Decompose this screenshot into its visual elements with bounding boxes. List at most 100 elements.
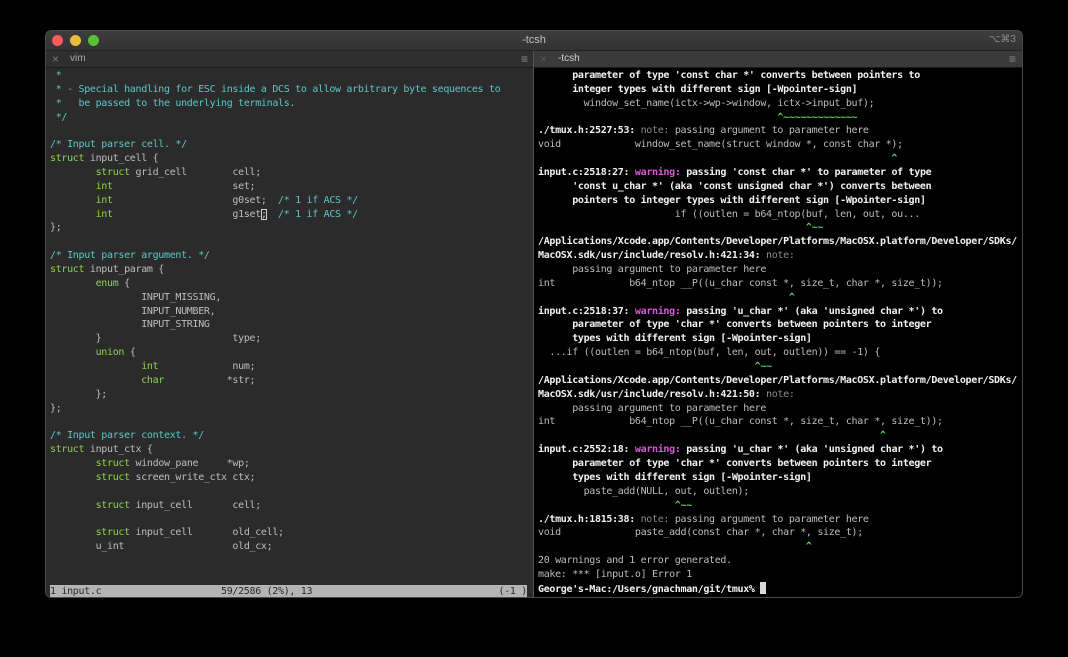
code-line: ./tmux.h:2527:53: note: passing argument…	[538, 124, 1022, 138]
text-segment: * - Special handling for ESC inside a DC…	[50, 83, 501, 95]
prompt-cursor	[760, 581, 767, 594]
text-segment: *	[50, 70, 62, 81]
hamburger-icon[interactable]: ≡	[1009, 52, 1016, 66]
code-line: int set;	[50, 180, 533, 194]
text-segment: INPUT_MISSING,	[50, 291, 222, 303]
text-segment: struct	[95, 471, 131, 483]
code-line: paste_add(NULL, out, outlen);	[538, 485, 1022, 499]
code-line: ...if ((outlen = b64_ntop(buf, len, out,…	[538, 346, 1022, 360]
text-segment: passing argument to parameter here	[674, 125, 869, 137]
text-segment: /Applications/Xcode.app/Contents/Develop…	[538, 236, 1017, 248]
text-segment: passing argument to parameter here	[538, 402, 767, 414]
text-segment: ^~~	[538, 361, 772, 373]
code-line: struct input_ctx {	[50, 443, 533, 457]
code-line: union {	[50, 346, 533, 360]
text-segment	[50, 195, 96, 206]
vim-status-line: 1 input.c 59/2586 (2%), 13 (-1 )	[50, 585, 527, 597]
tab-vim[interactable]: × vim ≡	[46, 51, 534, 68]
code-line: int g1set; /* 1 if ACS */	[50, 208, 533, 222]
text-segment: struct	[95, 458, 131, 470]
text-segment	[50, 181, 96, 192]
code-line: /* Input parser argument. */	[50, 249, 533, 263]
close-icon[interactable]: ×	[540, 52, 547, 66]
text-segment: paste_add(NULL, out, outlen);	[538, 485, 750, 497]
text-segment: char	[141, 374, 165, 386]
text-segment: types with different sign [-Wpointer-sig…	[538, 333, 812, 345]
code-line: int g0set; /* 1 if ACS */	[50, 194, 533, 208]
code-line: struct grid_cell cell;	[50, 166, 533, 180]
code-line: input.c:2552:18: warning: passing 'u_cha…	[538, 443, 1022, 457]
status-file: 1 input.c	[50, 586, 102, 597]
hamburger-icon[interactable]: ≡	[521, 52, 528, 66]
text-segment: {	[124, 347, 136, 359]
text-segment: parameter of type 'const char *' convert…	[538, 70, 920, 81]
code-line: void paste_add(const char *, char *, siz…	[538, 526, 1022, 540]
code-line: ^	[538, 152, 1022, 166]
text-segment: int b64_ntop __P((u_char const *, size_t…	[538, 416, 943, 428]
text-segment: set;	[112, 180, 256, 192]
code-line: char *str;	[50, 374, 533, 388]
text-segment: 'const u_char *' (aka 'const unsigned ch…	[538, 180, 932, 192]
code-line: /* Input parser context. */	[50, 429, 533, 443]
text-segment: pointers to integer types with different…	[538, 194, 926, 206]
code-line: struct window_pane *wp;	[50, 457, 533, 471]
text-segment: int	[95, 194, 113, 206]
text-segment: warning:	[634, 444, 687, 456]
code-line: ^~~	[538, 221, 1022, 235]
text-segment: /* Input parser context. */	[50, 430, 204, 442]
shell-pane[interactable]: parameter of type 'const char *' convert…	[534, 68, 1022, 597]
text-segment: note:	[640, 125, 675, 137]
code-line: passing argument to parameter here	[538, 263, 1022, 277]
code-line: MacOSX.sdk/usr/include/resolv.h:421:34: …	[538, 249, 1022, 263]
text-segment: *str;	[164, 374, 256, 386]
tab-tcsh[interactable]: × -tcsh ≡	[534, 51, 1022, 68]
text-segment: screen_write_ctx ctx;	[129, 471, 256, 483]
status-extra: (-1 )	[498, 586, 527, 597]
code-line: */	[50, 111, 533, 125]
close-icon[interactable]: ×	[52, 52, 59, 66]
text-segment: enum	[95, 277, 119, 289]
text-segment	[50, 500, 96, 511]
code-line: input.c:2518:37: warning: passing 'u_cha…	[538, 305, 1022, 319]
tab-label: -tcsh	[558, 53, 580, 64]
text-segment: void window_set_name(struct window *, co…	[538, 139, 903, 151]
text-segment: note:	[766, 388, 795, 400]
code-line: struct input_param {	[50, 263, 533, 277]
code-line: if ((outlen = b64_ntop(buf, len, out, ou…	[538, 208, 1022, 222]
code-line: parameter of type 'const char *' convert…	[538, 69, 1022, 83]
code-line: struct input_cell cell;	[50, 499, 533, 513]
text-segment: /* Input parser cell. */	[50, 139, 187, 151]
code-line: make: *** [input.o] Error 1	[538, 568, 1022, 582]
text-segment: ^~~	[538, 499, 692, 511]
code-line: /Applications/Xcode.app/Contents/Develop…	[538, 235, 1022, 249]
text-segment: input_cell {	[84, 153, 159, 165]
text-segment: passing 'u_char *' (aka 'unsigned char *…	[686, 305, 943, 317]
code-line: /Applications/Xcode.app/Contents/Develop…	[538, 374, 1022, 388]
code-line: window_set_name(ictx->wp->window, ictx->…	[538, 97, 1022, 111]
code-line: ^	[538, 291, 1022, 305]
text-segment: ^	[538, 541, 812, 553]
code-line: George's-Mac:/Users/gnachman/git/tmux%	[538, 581, 1022, 596]
text-segment: passing argument to parameter here	[538, 264, 767, 276]
vim-pane[interactable]: * * - Special handling for ESC inside a …	[46, 68, 533, 597]
text-segment	[50, 347, 96, 358]
code-line: } type;	[50, 332, 533, 346]
text-segment	[50, 209, 96, 220]
text-segment: passing 'const char *' to parameter of t…	[686, 167, 932, 179]
text-segment: * be passed to the underlying terminals.	[50, 97, 296, 109]
code-line: parameter of type 'char *' converts betw…	[538, 457, 1022, 471]
text-segment: num;	[158, 361, 256, 373]
text-segment: input_ctx {	[84, 444, 153, 456]
text-segment: MacOSX.sdk/usr/include/resolv.h:421:34:	[538, 250, 767, 262]
text-segment	[50, 527, 96, 538]
text-segment: passing 'u_char *' (aka 'unsigned char *…	[686, 444, 943, 456]
code-line: 20 warnings and 1 error generated.	[538, 554, 1022, 568]
code-line: integer types with different sign [-Wpoi…	[538, 83, 1022, 97]
text-segment	[267, 209, 278, 220]
text-segment: input.c:2518:27:	[538, 167, 635, 179]
code-line: types with different sign [-Wpointer-sig…	[538, 471, 1022, 485]
text-segment: ^~~	[538, 222, 824, 234]
